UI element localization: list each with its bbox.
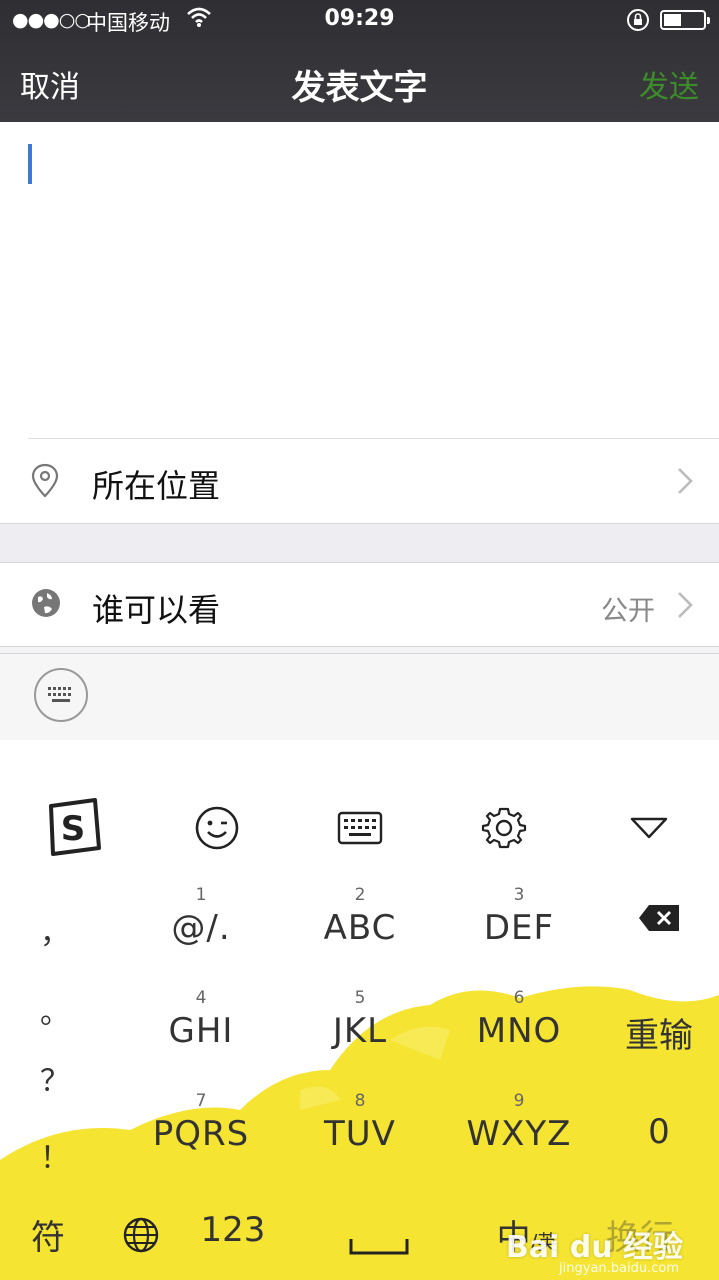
location-label: 所在位置 (92, 467, 221, 505)
visibility-label: 谁可以看 (92, 591, 221, 629)
key-number: 7 (195, 1091, 207, 1111)
key-letters: PQRS (152, 1114, 250, 1154)
key-8[interactable]: 8 TUV (285, 1090, 435, 1180)
key-letters: TUV (324, 1114, 396, 1154)
key-4[interactable]: 4 GHI (126, 987, 276, 1077)
punct-question-key[interactable]: ？ (20, 1056, 90, 1100)
key-letters: MNO (476, 1011, 562, 1051)
space-key[interactable] (348, 1228, 410, 1268)
visibility-value: 公开 (601, 596, 655, 627)
divider (0, 646, 719, 654)
key-letters: GHI (168, 1011, 234, 1051)
baidu-watermark-url: jingyan.baidu.com (559, 1261, 679, 1276)
key-number: 2 (354, 885, 366, 905)
chevron-right-icon (677, 591, 693, 623)
location-pin-icon (30, 463, 60, 503)
location-row[interactable]: 所在位置 (0, 439, 719, 523)
navigation-bar: 取消 发表文字 发送 (0, 44, 719, 122)
globe-key[interactable] (122, 1216, 160, 1263)
key-5[interactable]: 5 JKL (285, 987, 435, 1077)
key-2[interactable]: 2 ABC (285, 884, 435, 974)
key-number: 8 (354, 1091, 366, 1111)
key-number: 1 (195, 885, 207, 905)
collapse-icon (630, 817, 668, 839)
gear-icon (481, 807, 527, 849)
top-bar: ●●●○○ 中国移动 09:29 取消 发表文字 发送 (0, 0, 719, 122)
cancel-button[interactable]: 取消 (20, 62, 80, 106)
backspace-key[interactable] (604, 902, 714, 946)
key-6[interactable]: 6 MNO (444, 987, 594, 1077)
chevron-right-icon (677, 467, 693, 499)
key-1[interactable]: 1 @/. (126, 884, 276, 974)
svg-text:S: S (61, 809, 86, 849)
sogou-logo-icon: S (49, 798, 101, 856)
backspace-icon (639, 905, 679, 931)
key-letters: ABC (323, 908, 397, 948)
key-letters: @/. (171, 908, 231, 948)
collapse-keyboard-button[interactable] (604, 788, 694, 868)
key-letters: JKL (332, 1011, 388, 1051)
key-letters: DEF (483, 908, 555, 948)
emoji-icon (195, 806, 239, 850)
key-number: 5 (354, 988, 366, 1008)
punct-exclaim-key[interactable]: ！ (20, 1133, 90, 1177)
keyboard-icon (48, 687, 71, 702)
compose-text-area[interactable] (0, 122, 719, 438)
emoji-button[interactable] (172, 788, 262, 868)
text-cursor (28, 144, 32, 184)
space-icon (349, 1239, 409, 1255)
punct-comma-key[interactable]: ， (20, 908, 90, 952)
key-number: 9 (513, 1091, 525, 1111)
keyboard-toggle-bar (0, 654, 719, 740)
key-3[interactable]: 3 DEF (444, 884, 594, 974)
zero-key[interactable]: 0 (604, 1112, 714, 1152)
reenter-key[interactable]: 重输 (604, 1008, 714, 1057)
key-9[interactable]: 9 WXYZ (444, 1090, 594, 1180)
key-number: 6 (513, 988, 525, 1008)
sogou-logo-button[interactable]: S (28, 788, 118, 868)
visibility-row[interactable]: 谁可以看 公开 (0, 563, 719, 647)
keyboard-icon (337, 811, 383, 845)
send-button[interactable]: 发送 (639, 62, 699, 106)
rotation-lock-icon (626, 8, 650, 36)
status-bar: ●●●○○ 中国移动 09:29 (0, 0, 719, 40)
section-gap (0, 523, 719, 563)
keyboard-toggle-button[interactable] (34, 668, 88, 722)
baidu-watermark: Bai du 经验 (505, 1230, 683, 1265)
clock: 09:29 (324, 6, 395, 31)
key-letters: WXYZ (466, 1114, 572, 1154)
settings-button[interactable] (459, 788, 549, 868)
globe-icon (30, 587, 62, 623)
key-7[interactable]: 7 PQRS (126, 1090, 276, 1180)
keyboard-layout-button[interactable] (315, 788, 405, 868)
globe-icon (123, 1217, 159, 1253)
punct-period-key[interactable]: 。 (20, 988, 90, 1032)
symbols-key[interactable]: 符 (28, 1210, 68, 1259)
page-title: 发表文字 (291, 68, 428, 108)
numbers-key[interactable]: 123 (200, 1210, 266, 1250)
battery-icon (660, 10, 710, 30)
ime-keyboard: S ， 。 ？ ！ 1 @/. 2 ABC 3 DEF 4 GHI 5 JKL … (0, 740, 719, 1280)
key-number: 3 (513, 885, 525, 905)
key-number: 4 (195, 988, 207, 1008)
